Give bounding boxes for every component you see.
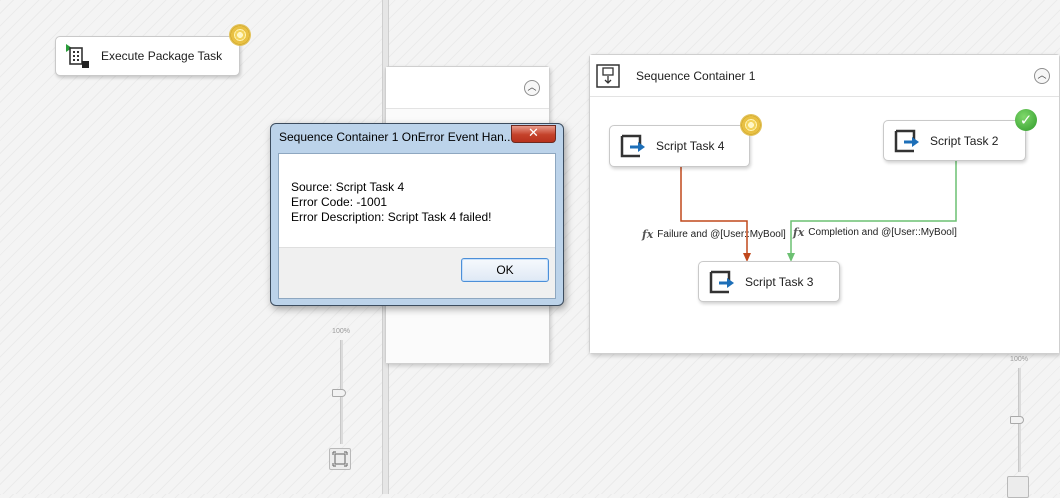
error-code-text: Error Code: -1001 <box>291 195 388 209</box>
dialog-content: Source: Script Task 4 Error Code: -1001 … <box>278 153 556 299</box>
script-task-2-label: Script Task 2 <box>930 133 999 148</box>
zoom-to-fit-icon[interactable] <box>1007 476 1029 498</box>
script-task-icon <box>620 134 645 158</box>
error-description-text: Error Description: Script Task 4 failed! <box>291 210 492 224</box>
zoom-control-left[interactable]: 100% <box>329 326 353 476</box>
script-task-icon <box>709 270 734 293</box>
dialog-close-button[interactable]: ✕ <box>511 125 556 143</box>
zoom-control-right[interactable]: 100% <box>1007 354 1031 498</box>
error-source-text: Source: Script Task 4 <box>291 180 405 194</box>
completion-constraint-text: Completion and @[User::MyBool] <box>808 227 957 238</box>
script-task-2[interactable]: Script Task 2 <box>883 120 1026 161</box>
pending-status-icon <box>230 25 250 45</box>
zoom-slider-thumb[interactable] <box>1010 416 1024 424</box>
failure-constraint-label[interactable]: fx Failure and @[User::MyBool] <box>642 228 786 241</box>
failure-constraint-text: Failure and @[User::MyBool] <box>657 229 786 240</box>
zoom-slider-thumb[interactable] <box>332 389 346 397</box>
dialog-footer: OK <box>279 247 555 298</box>
execute-package-icon <box>66 44 89 68</box>
script-task-3-label: Script Task 3 <box>745 274 814 289</box>
dialog-message: Source: Script Task 4 Error Code: -1001 … <box>291 180 492 225</box>
success-check-icon: ✓ <box>1015 109 1037 131</box>
execute-package-task[interactable]: Execute Package Task <box>55 36 240 76</box>
ok-button[interactable]: OK <box>461 258 549 282</box>
script-task-icon <box>894 129 919 152</box>
script-task-3[interactable]: Script Task 3 <box>698 261 840 302</box>
completion-constraint-line[interactable] <box>790 161 957 255</box>
close-icon: ✕ <box>528 126 539 141</box>
completion-constraint-label[interactable]: fx Completion and @[User::MyBool] <box>793 226 957 239</box>
onerror-message-dialog[interactable]: Sequence Container 1 OnError Event Han..… <box>270 123 564 306</box>
dialog-title: Sequence Container 1 OnError Event Han..… <box>279 130 514 144</box>
zoom-percent-label: 100% <box>332 328 350 335</box>
failure-constraint-line[interactable] <box>680 167 748 255</box>
script-task-4[interactable]: Script Task 4 <box>609 125 750 167</box>
script-task-4-label: Script Task 4 <box>656 139 725 153</box>
expression-fx-icon: fx <box>642 228 654 241</box>
execute-package-task-label: Execute Package Task <box>101 49 223 63</box>
pending-status-icon <box>741 115 761 135</box>
zoom-to-fit-icon[interactable] <box>329 448 351 470</box>
zoom-percent-label: 100% <box>1010 356 1028 363</box>
expression-fx-icon: fx <box>793 226 805 239</box>
